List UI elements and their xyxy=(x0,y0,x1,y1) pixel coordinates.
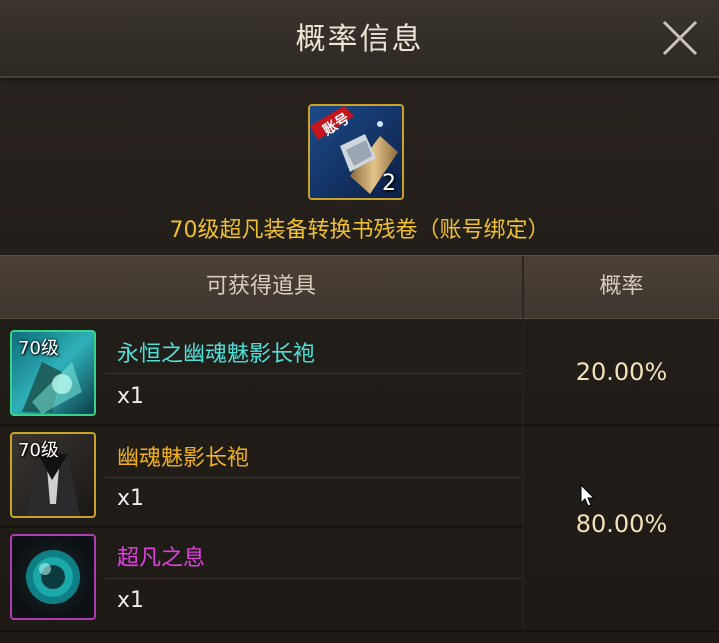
reward-item-icon[interactable]: 账号 2 xyxy=(308,104,404,200)
column-divider xyxy=(522,318,524,630)
table-header: 可获得道具 概率 xyxy=(0,255,719,319)
header-obtainable-items: 可获得道具 xyxy=(205,274,316,299)
item-name: 幽魂魅影长袍 xyxy=(117,446,250,471)
close-icon[interactable] xyxy=(656,14,704,62)
item-level: 70级 xyxy=(18,440,59,461)
item-quantity: x1 xyxy=(117,384,145,409)
item-name: 永恒之幽魂魅影长袍 xyxy=(117,342,316,367)
item-quantity: x1 xyxy=(117,588,145,613)
row-separator xyxy=(105,578,522,579)
row-divider xyxy=(0,630,719,632)
teal-orb-art xyxy=(26,550,80,604)
dark-robe-icon[interactable]: 70级 xyxy=(10,432,96,518)
probability-value: 80.00% xyxy=(575,510,668,538)
row-separator xyxy=(105,477,522,478)
item-quantity: x1 xyxy=(117,486,145,511)
item-level: 70级 xyxy=(18,338,59,359)
reward-item-count: 2 xyxy=(382,171,396,196)
mouse-cursor-icon xyxy=(580,483,598,508)
reward-item-name: 70级超凡装备转换书残卷（账号绑定） xyxy=(169,218,550,243)
dialog-header: 概率信息 xyxy=(0,0,719,78)
probability-value: 20.00% xyxy=(575,358,668,386)
row-separator xyxy=(105,373,522,374)
header-probability: 概率 xyxy=(599,274,644,299)
item-name: 超凡之息 xyxy=(117,546,206,571)
teal-orb-icon[interactable] xyxy=(10,534,96,620)
probability-dialog: 概率信息 账号 2 70级超凡装备转换书残卷（账号绑定） 可获得道具 概率 70… xyxy=(0,0,719,643)
teal-robe-icon[interactable]: 70级 xyxy=(10,330,96,416)
dialog-title: 概率信息 xyxy=(295,22,424,57)
table-row: 超凡之息 x1 xyxy=(0,528,522,630)
